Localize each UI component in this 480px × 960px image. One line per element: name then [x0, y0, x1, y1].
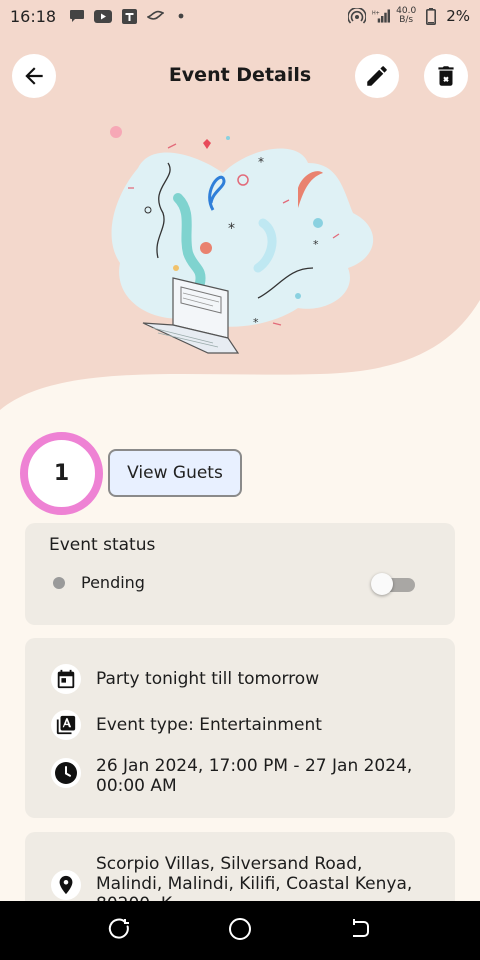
youtube-icon [94, 8, 113, 24]
event-datetime: 26 Jan 2024, 17:00 PM - 27 Jan 2024, 00:… [96, 756, 412, 796]
event-datetime-row: 26 Jan 2024, 17:00 PM - 27 Jan 2024, 00:… [51, 756, 412, 796]
event-status-card: Event status Pending [25, 523, 455, 625]
trash-icon [438, 66, 454, 86]
event-status-title: Event status [49, 535, 156, 555]
recent-apps-button[interactable] [108, 917, 132, 945]
view-guests-button[interactable]: View Guets [108, 449, 242, 497]
t-app-icon [120, 8, 138, 24]
font-type-icon [51, 710, 81, 740]
event-status-value: Pending [81, 573, 145, 592]
calendar-icon [51, 664, 81, 694]
event-name-row: Party tonight till tomorrow [51, 664, 319, 694]
event-location-card: Scorpio Villas, Silversand Road, Malindi… [25, 832, 455, 914]
bird-app-icon [146, 8, 164, 24]
toggle-knob [371, 573, 393, 595]
status-bar: 16:18 H+ 40.0 B/s 2% [0, 0, 480, 32]
edit-button[interactable] [355, 54, 399, 98]
event-illustration: * * * * [110, 126, 374, 354]
system-nav-bar [0, 901, 480, 960]
chat-icon [68, 8, 86, 24]
network-speed: 40.0 B/s [396, 7, 416, 25]
event-status-toggle[interactable] [371, 573, 415, 595]
svg-text:*: * [258, 155, 264, 169]
svg-text:*: * [228, 221, 235, 237]
event-info-card: Party tonight till tomorrow Event type: … [25, 638, 455, 818]
recent-apps-icon [108, 918, 129, 939]
home-circle-icon [228, 917, 251, 940]
svg-text:*: * [253, 316, 259, 329]
event-datetime-line1: 26 Jan 2024, 17:00 PM - 27 Jan 2024, [96, 756, 413, 776]
network-type-label: H+ [372, 10, 380, 16]
status-indicator-dot [53, 577, 65, 589]
hotspot-icon [348, 8, 367, 24]
event-location-line1: Scorpio Villas, Silversand Road, [96, 854, 363, 874]
battery-icon [422, 7, 440, 25]
event-location-line2: Malindi, Malindi, Kilifi, Coastal Kenya, [96, 874, 413, 894]
page-title: Event Details [168, 64, 312, 86]
home-button[interactable] [227, 916, 253, 946]
event-type: Event type: Entertainment [96, 715, 322, 735]
delete-button[interactable] [424, 54, 468, 98]
location-pin-icon [51, 870, 81, 900]
event-datetime-line2: 00:00 AM [96, 776, 177, 796]
top-app-bar: Event Details [0, 54, 480, 100]
signal-icon: H+ [372, 8, 391, 24]
network-speed-unit: B/s [399, 15, 414, 25]
event-name: Party tonight till tomorrow [96, 669, 320, 689]
back-nav-button[interactable] [348, 917, 372, 945]
status-time: 16:18 [10, 6, 57, 26]
event-type-row: Event type: Entertainment [51, 710, 322, 740]
battery-percent: 2% [446, 7, 470, 25]
dot-icon [172, 8, 190, 24]
svg-text:*: * [313, 238, 319, 251]
clock-icon [51, 758, 81, 788]
back-nav-icon [353, 918, 370, 937]
guest-count-badge: 1 [20, 432, 103, 515]
pencil-icon [367, 66, 387, 86]
